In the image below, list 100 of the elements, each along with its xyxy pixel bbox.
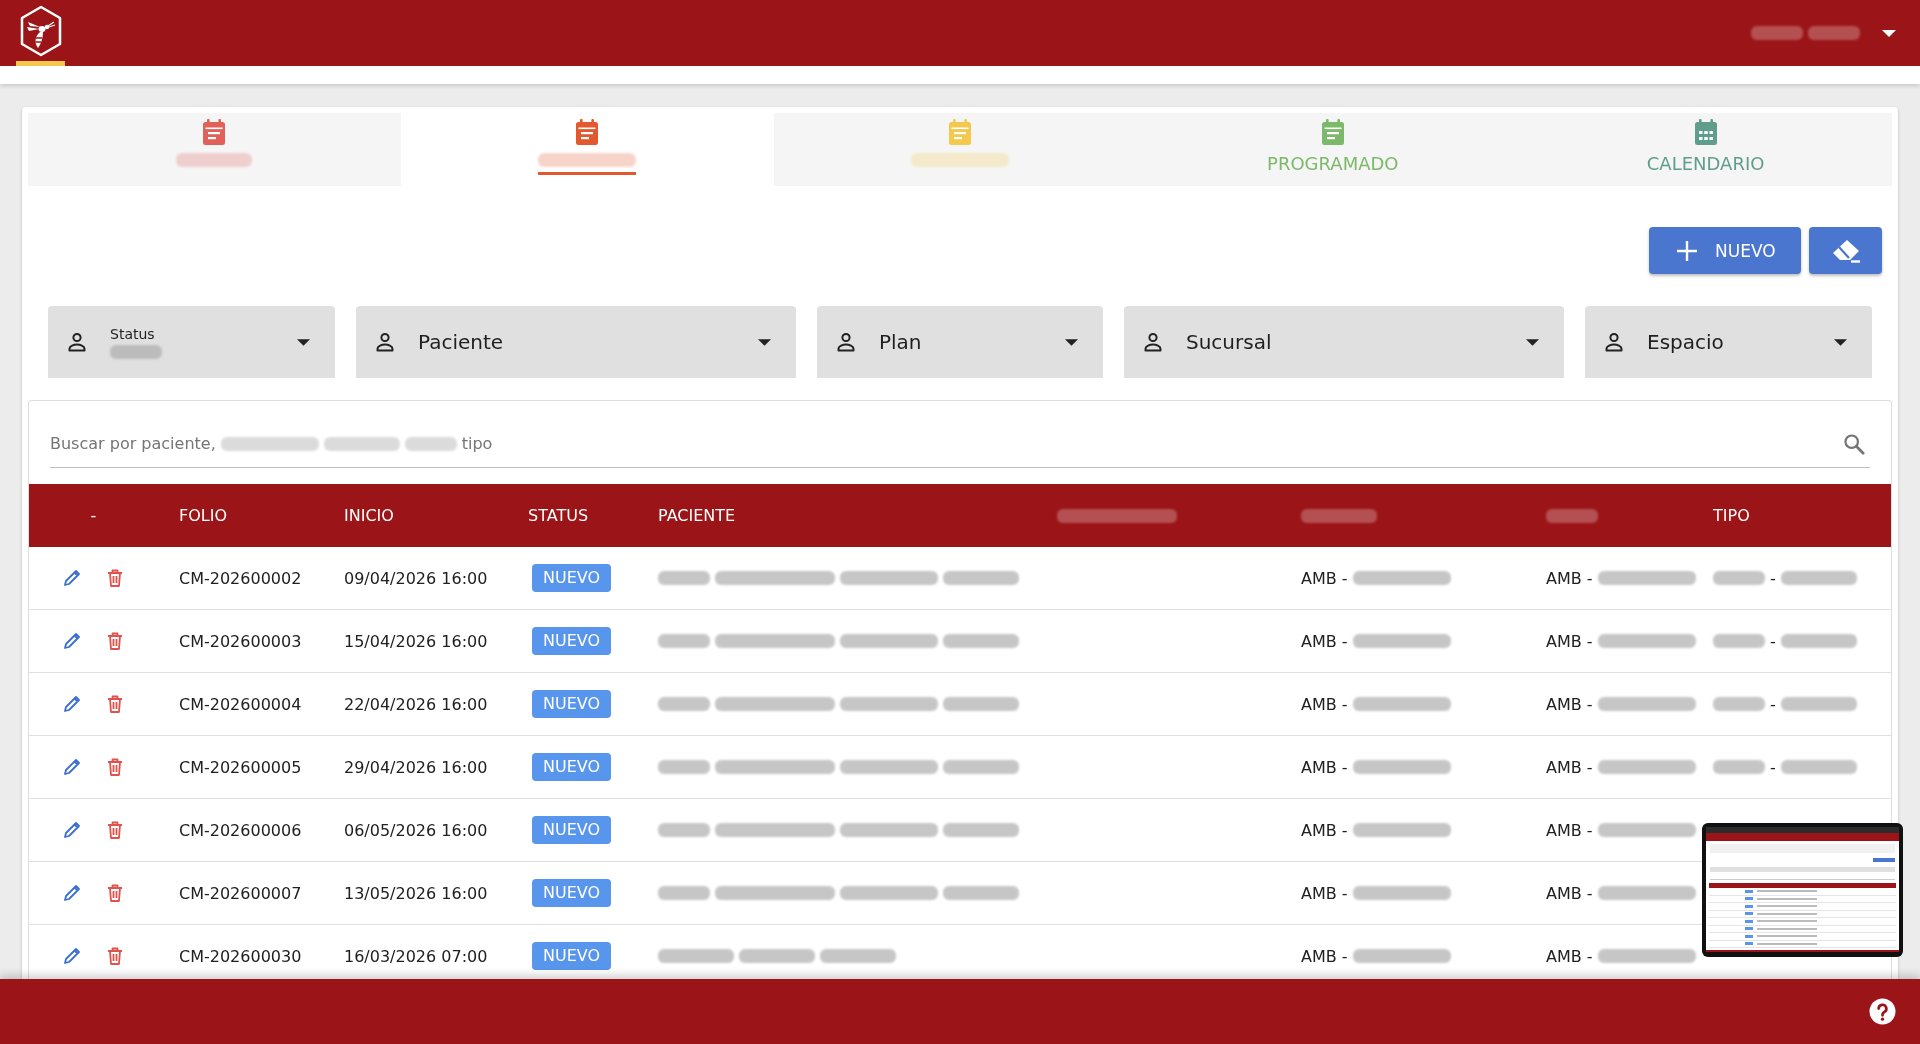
filter-dropdown[interactable]: Plan (817, 306, 1103, 378)
clase-code: AMB - (1546, 883, 1593, 903)
filter-dropdown[interactable]: Sucursal (1124, 306, 1564, 378)
clase-code: AMB - (1546, 631, 1593, 651)
status-badge: NUEVO (532, 753, 612, 781)
trash-icon (105, 694, 125, 714)
folio-number: CM-202600005 (179, 757, 302, 777)
regimen-code: AMB - (1301, 757, 1348, 777)
folio-number: CM-202600004 (179, 694, 302, 714)
start-date: 15/04/2026 16:00 (344, 631, 488, 651)
hexagon-wasp-logo (18, 4, 63, 57)
regimen-code: AMB - (1301, 631, 1348, 651)
caret-down-icon (1065, 338, 1078, 346)
regimen-code: AMB - (1301, 946, 1348, 966)
status-badge: NUEVO (532, 942, 612, 970)
pencil-icon (62, 946, 82, 966)
folio-number: CM-202600003 (179, 631, 302, 651)
folio-number: CM-202600002 (179, 568, 302, 588)
clase-code: AMB - (1546, 820, 1593, 840)
delete-button[interactable] (105, 568, 125, 588)
blurred-text (658, 634, 710, 648)
regimen-code: AMB - (1301, 694, 1348, 714)
pencil-icon (62, 757, 82, 777)
regimen-code: AMB - (1301, 820, 1348, 840)
separator-text: - (1770, 631, 1776, 651)
edit-button[interactable] (62, 820, 82, 840)
delete-button[interactable] (105, 946, 125, 966)
blurred-text (658, 886, 710, 900)
status-badge: NUEVO (532, 816, 612, 844)
delete-button[interactable] (105, 631, 125, 651)
eraser-button[interactable] (1809, 227, 1882, 274)
blurred-text (1713, 634, 1765, 648)
blurred-text (1713, 760, 1765, 774)
status-badge: NUEVO (532, 564, 612, 592)
start-date: 22/04/2026 16:00 (344, 694, 488, 714)
help-icon[interactable] (1869, 998, 1896, 1025)
search-icon[interactable] (1843, 432, 1865, 455)
clase-code: AMB - (1546, 568, 1593, 588)
trash-icon (105, 568, 125, 588)
delete-button[interactable] (105, 757, 125, 777)
separator-text: - (1770, 757, 1776, 777)
column-heading: PACIENTE (658, 506, 736, 525)
new-button[interactable]: NUEVO (1649, 227, 1801, 274)
plus-icon (1676, 239, 1698, 262)
delete-button[interactable] (105, 820, 125, 840)
caret-down-icon (758, 338, 771, 346)
edit-button[interactable] (62, 568, 82, 588)
pencil-icon (62, 883, 82, 903)
edit-button[interactable] (62, 946, 82, 966)
caret-down-icon (1526, 338, 1539, 346)
edit-button[interactable] (62, 757, 82, 777)
blurred-text (110, 344, 162, 359)
pencil-icon (62, 694, 82, 714)
start-date: 06/05/2026 16:00 (344, 820, 488, 840)
edit-button[interactable] (62, 883, 82, 903)
column-heading: - (90, 506, 97, 525)
delete-button[interactable] (105, 883, 125, 903)
status-badge: NUEVO (532, 879, 612, 907)
separator-text: - (1770, 694, 1776, 714)
trash-icon (105, 820, 125, 840)
pencil-icon (62, 568, 82, 588)
blurred-text (1546, 508, 1598, 523)
start-date: 13/05/2026 16:00 (344, 883, 488, 903)
clase-code: AMB - (1546, 694, 1593, 714)
blurred-text (658, 571, 710, 585)
blurred-text (658, 760, 710, 774)
filter-dropdown[interactable]: Espacio (1585, 306, 1872, 378)
edit-button[interactable] (62, 694, 82, 714)
blurred-text (1713, 571, 1765, 585)
start-date: 16/03/2026 07:00 (344, 946, 488, 966)
start-date: 09/04/2026 16:00 (344, 568, 488, 588)
edit-button[interactable] (62, 631, 82, 651)
column-heading: INICIO (344, 506, 394, 525)
search-field[interactable]: Buscar por paciente, tipo (50, 424, 1870, 468)
status-badge: NUEVO (532, 627, 612, 655)
filter-dropdown[interactable]: Paciente (356, 306, 796, 378)
caret-down-icon[interactable] (1882, 29, 1896, 37)
start-date: 29/04/2026 16:00 (344, 757, 488, 777)
blurred-text (1808, 26, 1860, 40)
blurred-text (1751, 26, 1803, 40)
blurred-text (658, 697, 710, 711)
folio-number: CM-202600007 (179, 883, 302, 903)
trash-icon (105, 883, 125, 903)
folio-number: CM-202600030 (179, 946, 302, 966)
column-heading: STATUS (528, 506, 589, 525)
caret-down-icon (1834, 338, 1847, 346)
column-heading: FOLIO (179, 506, 228, 525)
regimen-code: AMB - (1301, 568, 1348, 588)
trash-icon (105, 631, 125, 651)
column-heading: TIPO (1713, 506, 1750, 525)
folio-number: CM-202600006 (179, 820, 302, 840)
blurred-text (1713, 697, 1765, 711)
delete-button[interactable] (105, 694, 125, 714)
regimen-code: AMB - (1301, 883, 1348, 903)
filter-dropdown[interactable]: Status (48, 306, 335, 378)
trash-icon (105, 946, 125, 966)
caret-down-icon (297, 338, 310, 346)
pencil-icon (62, 631, 82, 651)
blurred-text (404, 436, 457, 451)
blurred-text (658, 823, 710, 837)
